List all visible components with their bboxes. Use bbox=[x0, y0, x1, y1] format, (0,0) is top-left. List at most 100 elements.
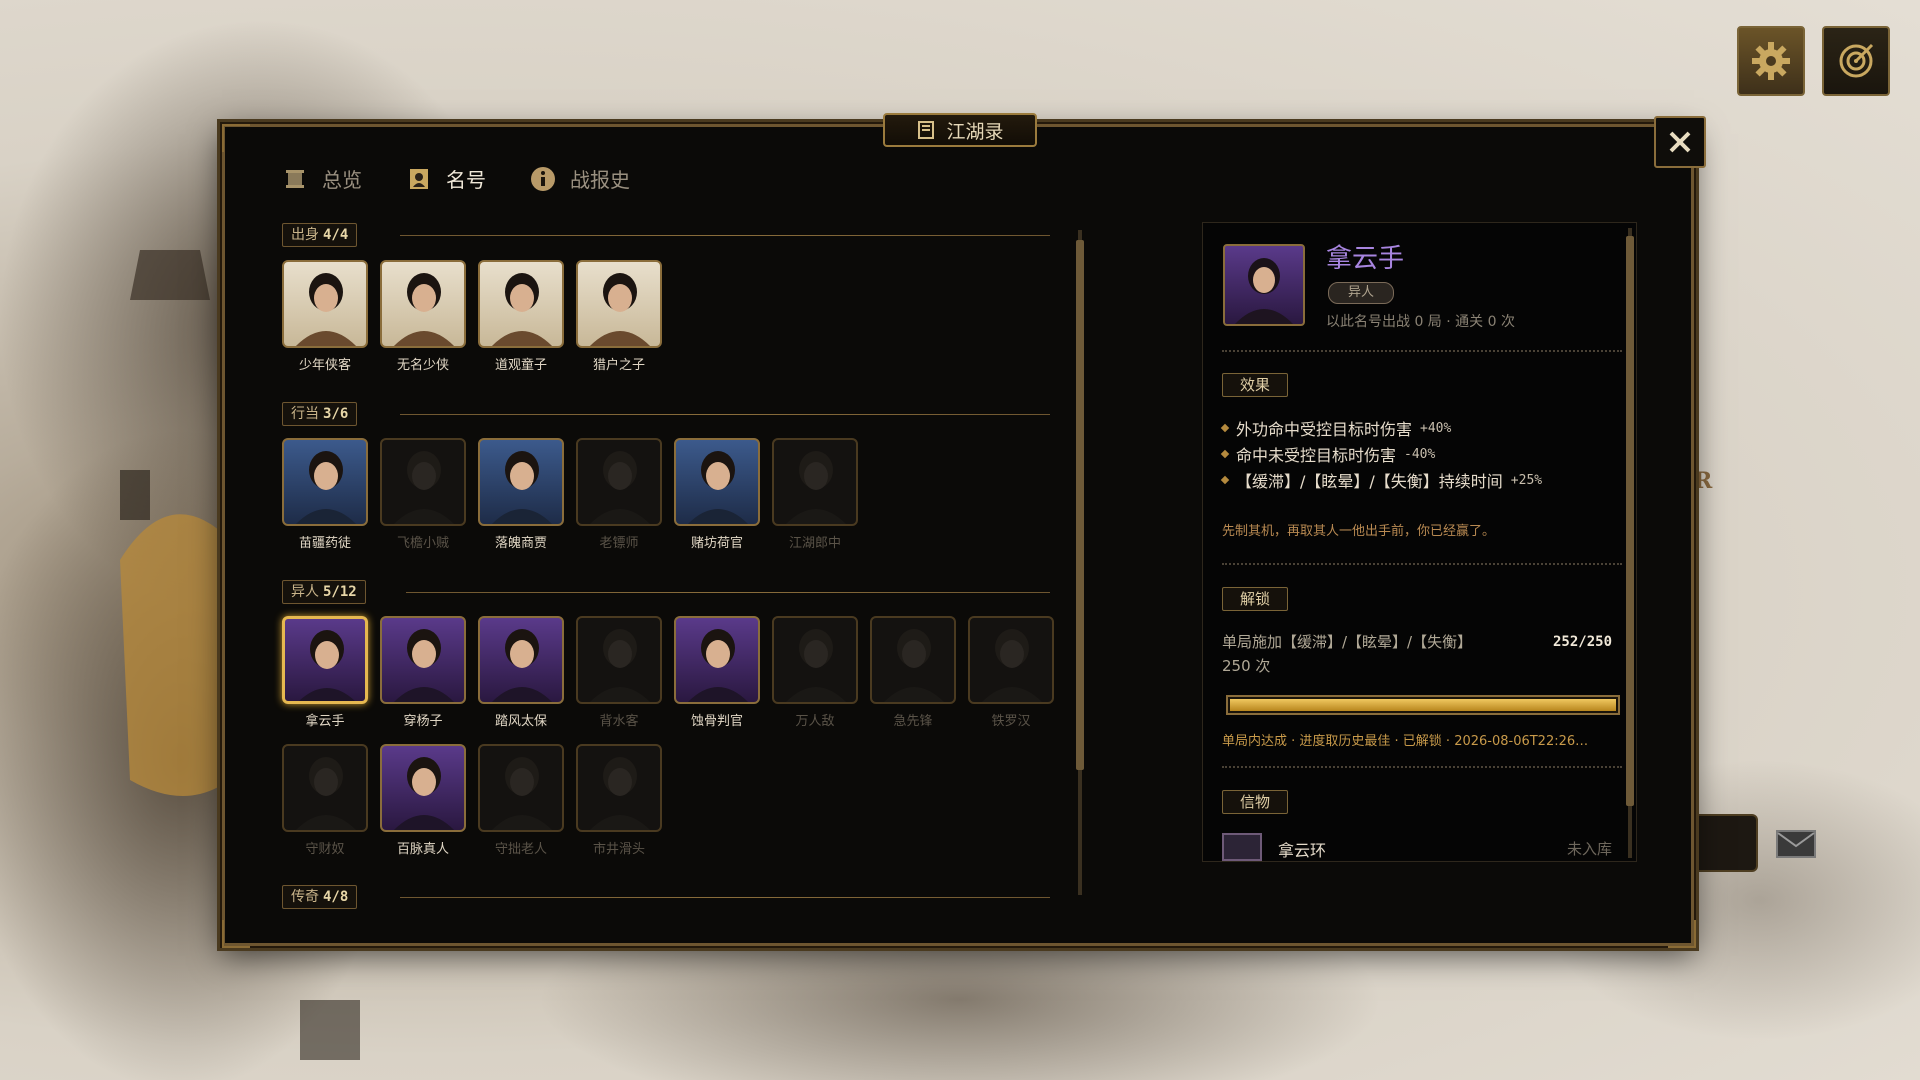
detail-title-name: 拿云手 bbox=[1326, 244, 1405, 274]
title-card-label: 守拙老人 bbox=[494, 842, 547, 857]
token-status: 未入库 bbox=[1566, 840, 1612, 858]
title-card[interactable] bbox=[478, 260, 564, 348]
effect-text: 外功命中受控目标时伤害 bbox=[1236, 420, 1413, 439]
mail-button[interactable] bbox=[1776, 830, 1816, 858]
section-name: 行当 bbox=[291, 406, 319, 422]
bullet-icon bbox=[1220, 475, 1230, 485]
title-card-label: 穿杨子 bbox=[403, 714, 443, 729]
title-card-label: 江湖郎中 bbox=[788, 536, 841, 551]
side-drawer-tab[interactable] bbox=[1694, 814, 1758, 872]
title-card-label: 背水客 bbox=[599, 714, 639, 729]
unlock-condition-times: 250 次 bbox=[1222, 657, 1271, 675]
section-count: 5/12 bbox=[323, 584, 357, 600]
section-name: 传奇 bbox=[291, 889, 319, 905]
title-card[interactable] bbox=[380, 744, 466, 832]
title-card[interactable] bbox=[282, 616, 368, 704]
divider bbox=[1222, 766, 1622, 768]
title-card-label: 猎户之子 bbox=[592, 358, 645, 373]
corner-ornament bbox=[222, 920, 250, 948]
target-icon bbox=[1839, 43, 1874, 78]
tab-label: 总览 bbox=[322, 168, 362, 192]
title-card[interactable] bbox=[576, 616, 662, 704]
goals-button[interactable] bbox=[1822, 26, 1890, 96]
title-card-label: 踏风太保 bbox=[494, 714, 547, 729]
tab-label: 战报史 bbox=[570, 168, 630, 192]
title-card[interactable] bbox=[380, 260, 466, 348]
title-card-label: 少年侠客 bbox=[298, 358, 351, 373]
title-card-label: 苗疆药徒 bbox=[298, 536, 351, 551]
title-card[interactable] bbox=[576, 260, 662, 348]
title-card-label: 落魄商贾 bbox=[494, 536, 547, 551]
window-title: 江湖录 bbox=[946, 120, 1004, 143]
token-row[interactable]: 拿云环 未入库 bbox=[1222, 833, 1622, 861]
title-card[interactable] bbox=[478, 438, 564, 526]
unlock-header: 解锁 bbox=[1222, 587, 1288, 611]
title-card[interactable] bbox=[968, 616, 1054, 704]
title-card[interactable] bbox=[478, 744, 564, 832]
close-icon bbox=[1669, 131, 1691, 153]
title-card[interactable] bbox=[674, 438, 760, 526]
effect-header: 效果 bbox=[1222, 373, 1288, 397]
detail-portrait bbox=[1223, 244, 1305, 326]
title-card[interactable] bbox=[772, 438, 858, 526]
title-card[interactable] bbox=[772, 616, 858, 704]
title-card[interactable] bbox=[674, 616, 760, 704]
effect-value: +25% bbox=[1510, 472, 1543, 488]
bullet-icon bbox=[1220, 423, 1230, 433]
close-button[interactable] bbox=[1654, 116, 1706, 168]
unlock-progress-count: 252/250 bbox=[1553, 634, 1613, 650]
settings-button[interactable] bbox=[1737, 26, 1805, 96]
title-card-label: 赌坊荷官 bbox=[690, 536, 743, 551]
title-card[interactable] bbox=[576, 438, 662, 526]
section-name: 出身 bbox=[291, 227, 319, 243]
ring-icon bbox=[1222, 833, 1262, 861]
title-card-label: 守财奴 bbox=[305, 842, 345, 857]
section-divider bbox=[400, 414, 1050, 415]
window-title-plate: 江湖录 bbox=[883, 113, 1037, 147]
title-card[interactable] bbox=[380, 438, 466, 526]
title-card-label: 无名少侠 bbox=[396, 358, 449, 373]
unlock-progress-bar bbox=[1226, 695, 1620, 715]
detail-scrollbar-thumb[interactable] bbox=[1626, 236, 1634, 806]
gear-icon bbox=[1752, 42, 1790, 80]
effect-value: +40% bbox=[1420, 420, 1452, 436]
title-card-label: 铁罗汉 bbox=[991, 714, 1031, 729]
title-card[interactable] bbox=[576, 744, 662, 832]
info-icon bbox=[530, 166, 556, 192]
title-card-label: 百脉真人 bbox=[396, 842, 449, 857]
title-card[interactable] bbox=[282, 260, 368, 348]
effect-text: 【缓滞】/【眩晕】/【失衡】持续时间 bbox=[1236, 472, 1503, 491]
tab-overview[interactable]: 总览 bbox=[282, 164, 362, 193]
section-origin-header: 出身 4/4 bbox=[282, 223, 358, 247]
section-legend-header: 传奇 4/8 bbox=[282, 885, 358, 909]
title-card[interactable] bbox=[870, 616, 956, 704]
section-name: 异人 bbox=[291, 584, 319, 600]
portrait-icon bbox=[406, 166, 432, 192]
section-divider bbox=[406, 592, 1050, 593]
section-count: 4/4 bbox=[323, 227, 349, 243]
flavor-quote: 先制其机，再取其人一他出手前，你已经赢了。 bbox=[1222, 524, 1496, 539]
title-card-label: 市井滑头 bbox=[592, 842, 645, 857]
token-name: 拿云环 bbox=[1278, 841, 1327, 860]
unlock-condition-text: 单局施加【缓滞】/【眩晕】/【失衡】 bbox=[1222, 633, 1473, 651]
tab-battle-history[interactable]: 战报史 bbox=[530, 164, 630, 193]
title-card[interactable] bbox=[380, 616, 466, 704]
title-card[interactable] bbox=[282, 438, 368, 526]
title-card-label: 急先锋 bbox=[893, 714, 933, 729]
title-card[interactable] bbox=[478, 616, 564, 704]
title-card-label: 道观童子 bbox=[494, 358, 547, 373]
title-card-label: 蚀骨判官 bbox=[690, 714, 743, 729]
corner-ornament bbox=[222, 124, 250, 152]
title-card[interactable] bbox=[282, 744, 368, 832]
effect-line: 【缓滞】/【眩晕】/【失衡】持续时间 +25% bbox=[1220, 468, 1543, 492]
section-count: 4/8 bbox=[323, 889, 349, 905]
effect-text: 命中未受控目标时伤害 bbox=[1236, 446, 1397, 465]
title-card-label: 万人敌 bbox=[795, 714, 835, 729]
list-scrollbar-thumb[interactable] bbox=[1076, 240, 1084, 770]
section-outlander-header: 异人 5/12 bbox=[282, 580, 366, 604]
tab-titles[interactable]: 名号 bbox=[406, 164, 486, 193]
section-divider bbox=[400, 235, 1050, 236]
scroll-icon bbox=[282, 166, 308, 192]
tab-label: 名号 bbox=[446, 168, 486, 192]
token-header: 信物 bbox=[1222, 790, 1288, 814]
